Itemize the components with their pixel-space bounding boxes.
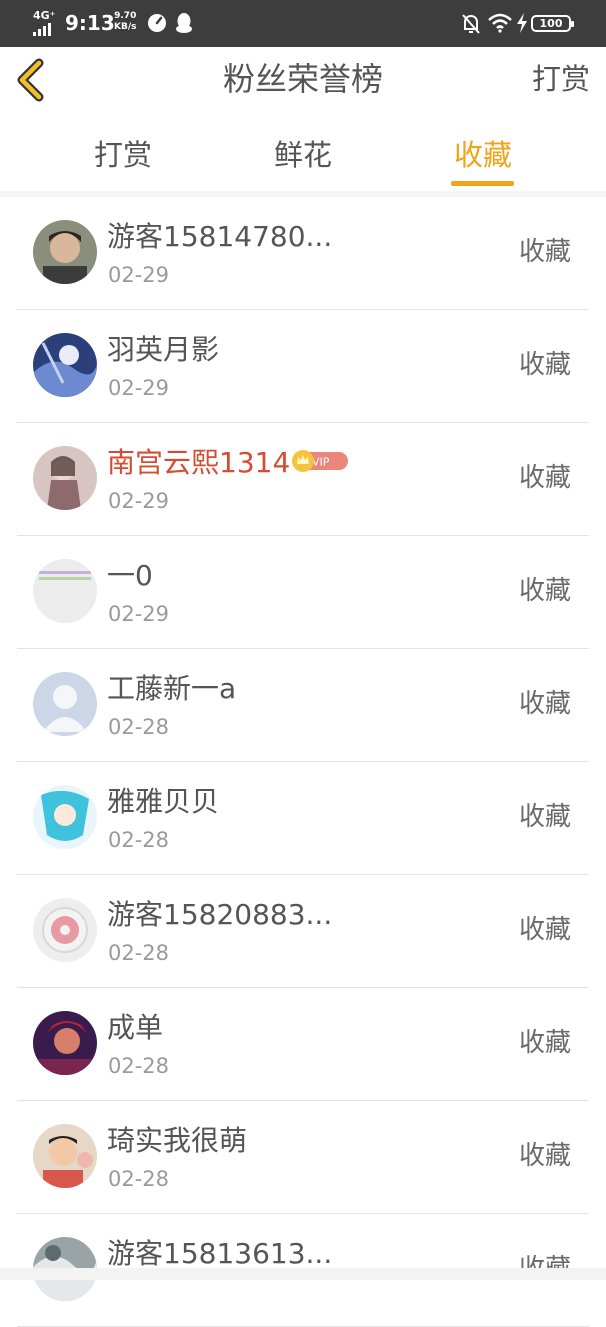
network-type: 4G⁺	[33, 9, 56, 22]
action-label: 收藏	[518, 802, 571, 832]
fan-date: 02-29	[108, 489, 170, 513]
avatar[interactable]	[33, 1124, 97, 1188]
fan-name: 游客15820883...	[107, 898, 333, 931]
avatar[interactable]	[33, 672, 97, 736]
fan-date: 02-28	[108, 715, 170, 739]
list-item[interactable]: 成单 02-28 收藏	[17, 988, 589, 1101]
qq-penguin-icon	[176, 13, 192, 33]
wifi-icon	[488, 13, 512, 33]
list-item[interactable]: 一0 02-29 收藏	[17, 536, 589, 649]
action-label: 收藏	[518, 689, 571, 719]
action-label: 收藏	[518, 576, 571, 606]
fan-date: 02-28	[108, 1054, 170, 1078]
action-label: 收藏	[518, 1141, 571, 1171]
avatar[interactable]	[33, 220, 97, 284]
fan-date: 02-28	[108, 1167, 170, 1191]
fan-name-text: 南宫云熙1314	[107, 446, 291, 479]
fan-name: 南宫云熙1314 VIP	[107, 445, 349, 481]
active-tab-indicator	[451, 181, 514, 186]
tab-bar: 打赏 鲜花 收藏	[0, 114, 606, 192]
network-speed: 9.70 KB/s	[114, 11, 136, 33]
action-label: 收藏	[518, 350, 571, 380]
speed-unit: KB/s	[114, 22, 137, 32]
clock: 9:13	[65, 11, 115, 35]
page-title: 粉丝荣誉榜	[222, 60, 383, 98]
mute-bell-icon	[462, 14, 480, 34]
avatar[interactable]	[33, 785, 97, 849]
fan-date: 02-29	[108, 602, 170, 626]
fan-name: 工藤新一a	[107, 672, 237, 705]
list-item[interactable]: 工藤新一a 02-28 收藏	[17, 649, 589, 762]
fan-date: 02-29	[108, 263, 170, 287]
fan-name: 成单	[107, 1011, 164, 1044]
fan-name: 游客15814780...	[107, 220, 333, 253]
fan-name: 一0	[107, 559, 153, 592]
list-item[interactable]: 南宫云熙1314 VIP 02-29 收藏	[17, 423, 589, 536]
tab-flowers[interactable]: 鲜花	[258, 136, 348, 174]
fan-date: 02-28	[108, 828, 170, 852]
avatar[interactable]	[33, 446, 97, 510]
list-item[interactable]: 羽英月影 02-29 收藏	[17, 310, 589, 423]
list-item[interactable]: 琦实我很萌 02-28 收藏	[17, 1101, 589, 1214]
list-item[interactable]: 游客15820883... 02-28 收藏	[17, 875, 589, 988]
list-item[interactable]: 雅雅贝贝 02-28 收藏	[17, 762, 589, 875]
avatar[interactable]	[33, 898, 97, 962]
tab-reward[interactable]: 打赏	[78, 136, 168, 174]
status-bar: 4G⁺ 9:13 9.70 KB/s 100	[0, 0, 606, 47]
action-label: 收藏	[518, 1028, 571, 1058]
reward-button[interactable]: 打赏	[532, 59, 590, 99]
fan-name: 琦实我很萌	[107, 1124, 248, 1157]
speed-value: 9.70	[114, 11, 137, 21]
charging-icon	[517, 13, 527, 33]
avatar[interactable]	[33, 333, 97, 397]
battery-icon: 100	[531, 15, 574, 32]
list-item[interactable]: 游客15814780... 02-29 收藏	[17, 197, 589, 310]
avatar[interactable]	[33, 559, 97, 623]
action-label: 收藏	[518, 463, 571, 493]
fan-name: 游客15813613...	[107, 1237, 333, 1270]
signal-icon	[33, 23, 51, 36]
fan-name: 雅雅贝贝	[107, 785, 220, 818]
tab-favorites[interactable]: 收藏	[438, 136, 528, 174]
fan-name: 羽英月影	[107, 333, 220, 366]
speedometer-icon	[148, 14, 166, 32]
fan-date: 02-29	[108, 376, 170, 400]
fan-list: 游客15814780... 02-29 收藏 羽英月影 02-29 收藏 南宫云…	[17, 197, 589, 1327]
bottom-bar-edge	[0, 1268, 606, 1280]
vip-crown-badge-icon: VIP	[292, 450, 349, 472]
app-header: 粉丝荣誉榜 打赏	[0, 47, 606, 115]
avatar[interactable]	[33, 1011, 97, 1075]
action-label: 收藏	[518, 915, 571, 945]
fan-date: 02-28	[108, 941, 170, 965]
vip-badge-text: VIP	[312, 456, 330, 469]
action-label: 收藏	[518, 237, 571, 267]
